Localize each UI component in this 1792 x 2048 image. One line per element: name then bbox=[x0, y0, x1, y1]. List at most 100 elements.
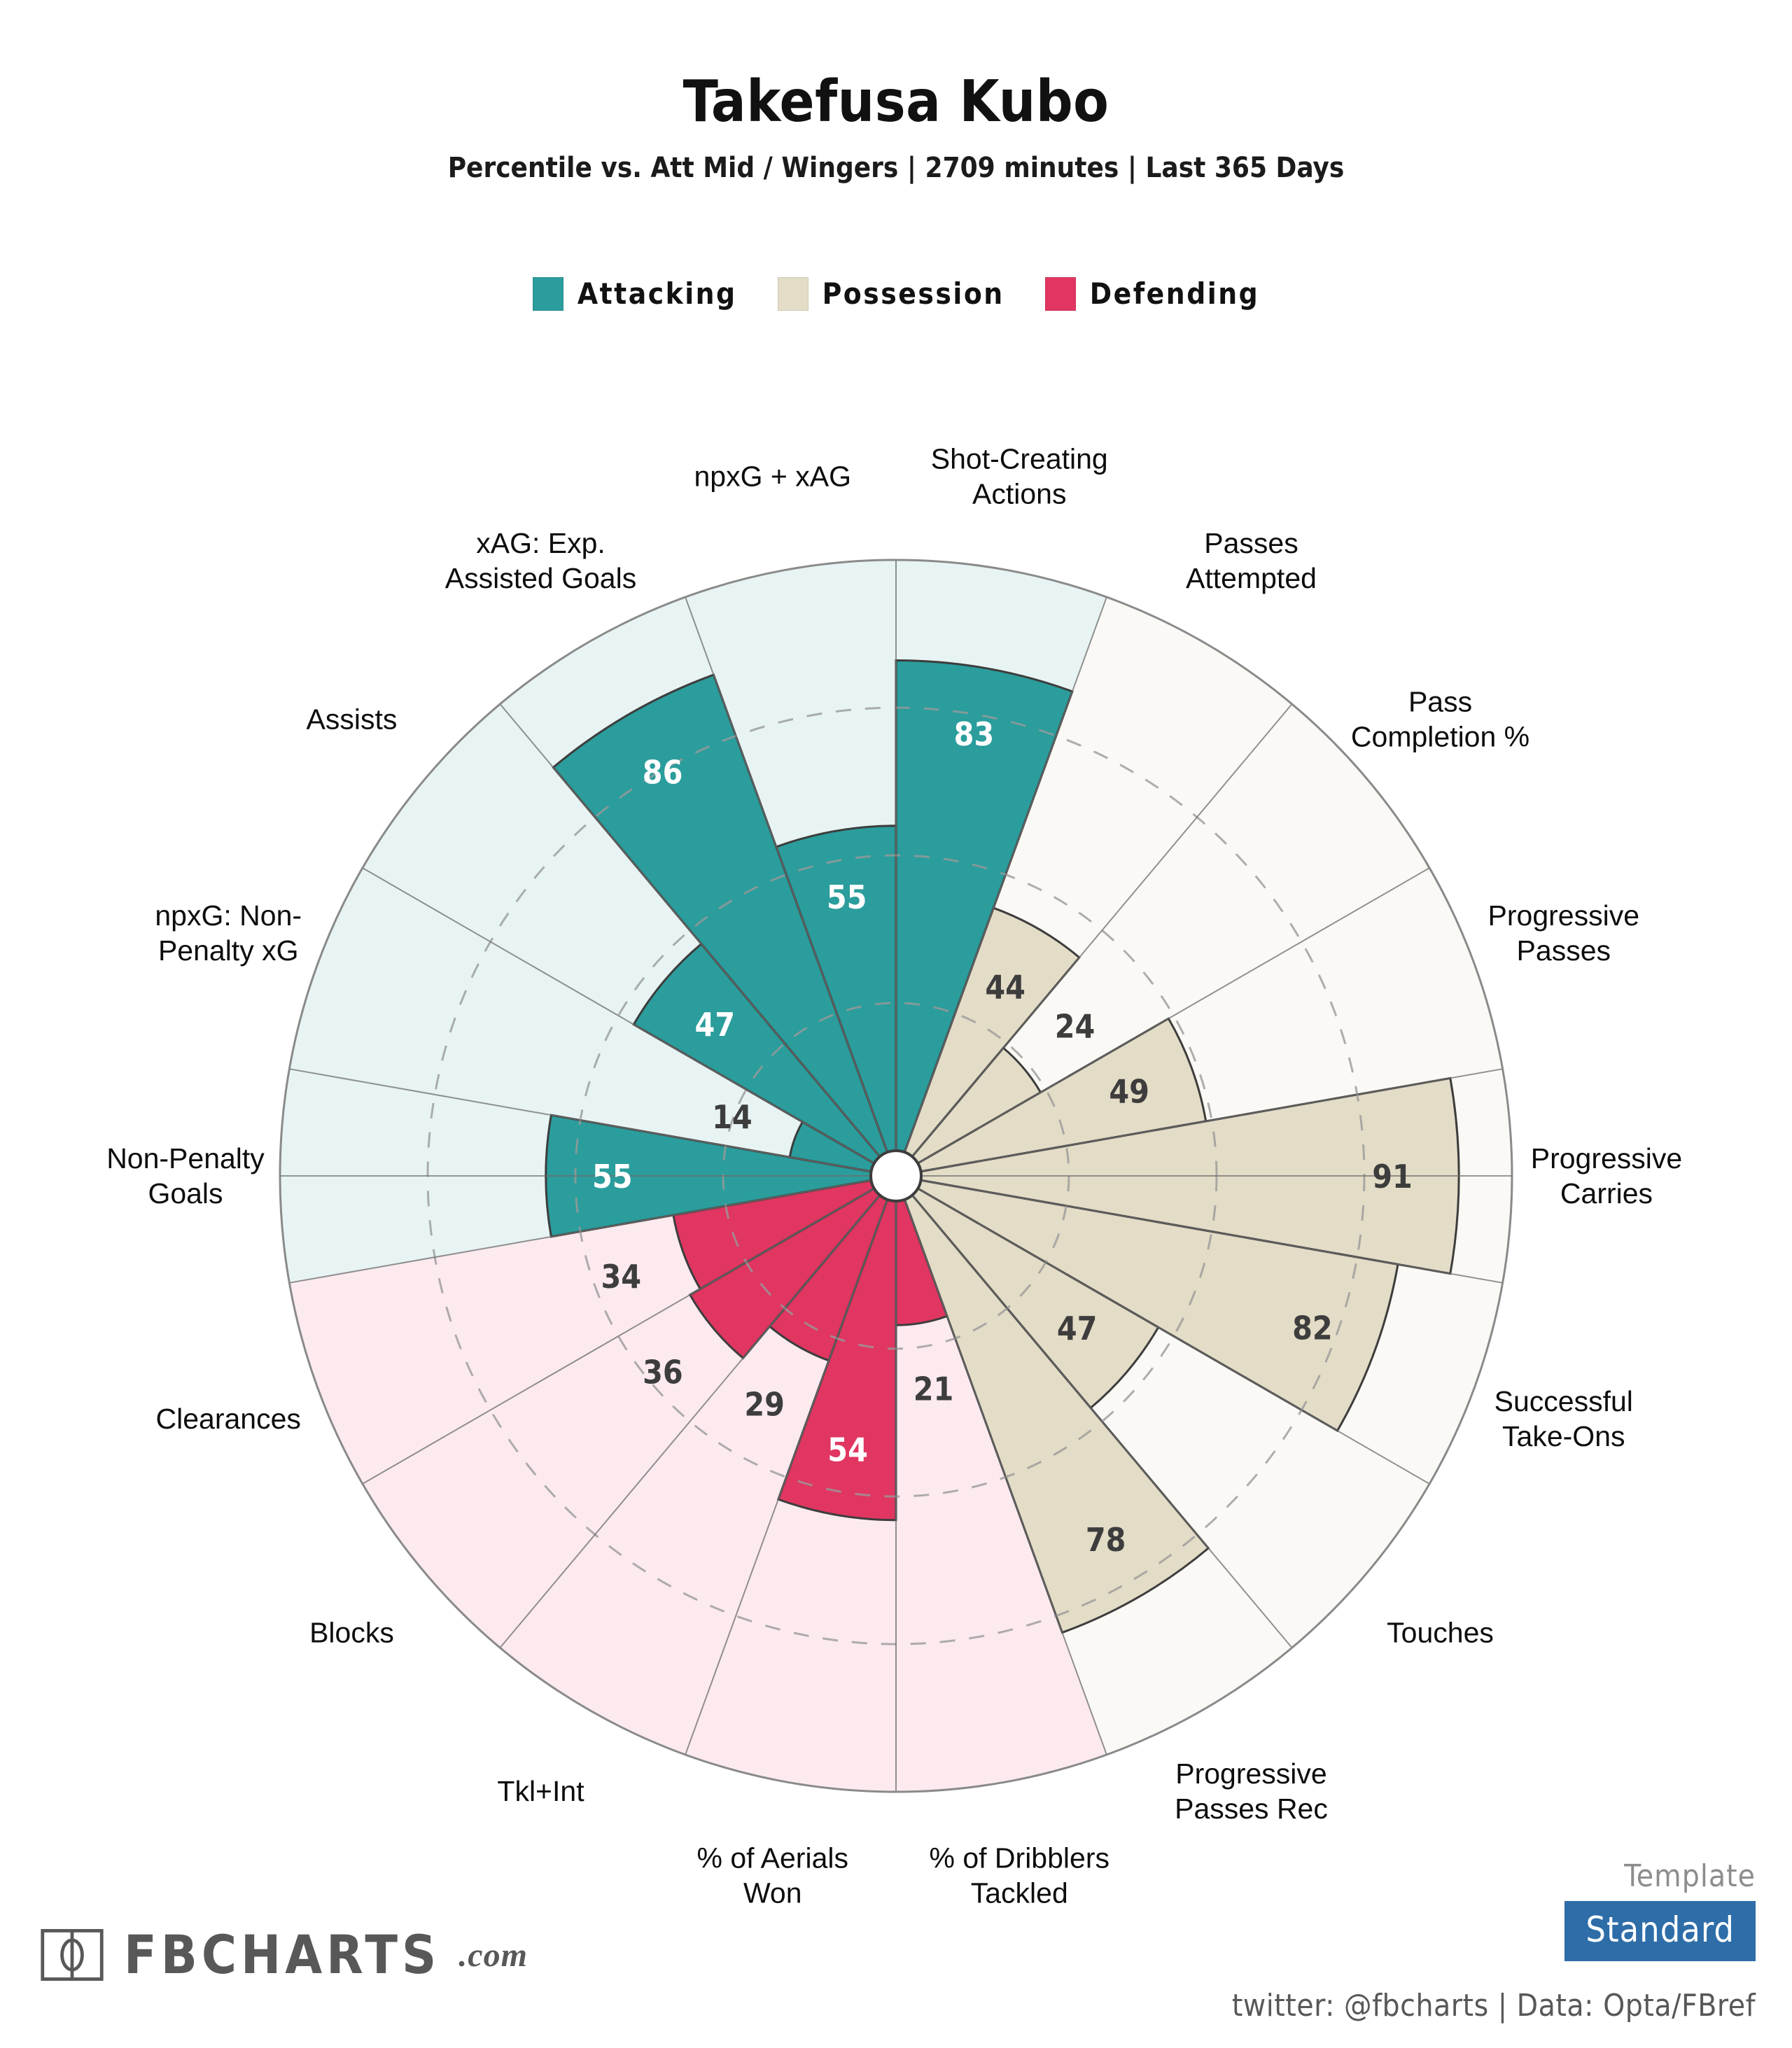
wedge-value[interactable] bbox=[688, 1186, 881, 1360]
wedge-value[interactable] bbox=[919, 1076, 1460, 1275]
axis-label: Actions bbox=[972, 477, 1066, 510]
wedge-value[interactable] bbox=[903, 906, 1081, 1158]
wedge-background-layer bbox=[280, 560, 1512, 1792]
axis-label: Progressive bbox=[1175, 1758, 1326, 1790]
wedge-value[interactable] bbox=[768, 1193, 889, 1362]
wedge-value[interactable] bbox=[911, 1186, 1160, 1410]
axis-label: Completion % bbox=[1351, 721, 1530, 753]
spoke-line bbox=[904, 1199, 1107, 1755]
wedge-value[interactable] bbox=[545, 1114, 873, 1238]
page-title: Takefusa Kubo bbox=[682, 69, 1110, 135]
wedge-value[interactable] bbox=[916, 1179, 1399, 1433]
wedge-value-label: 34 bbox=[601, 1258, 641, 1296]
outer-ring bbox=[279, 559, 1513, 1793]
wedge-value-label: 14 bbox=[712, 1098, 752, 1136]
axis-label: Goals bbox=[148, 1177, 223, 1209]
spoke-line bbox=[289, 1068, 872, 1172]
template-selector[interactable]: Template Standard bbox=[1564, 1858, 1756, 1961]
axis-label: Assists bbox=[307, 703, 398, 736]
spoke-line bbox=[920, 1068, 1503, 1172]
spoke-line bbox=[499, 703, 881, 1158]
axis-label: Passes bbox=[1517, 934, 1611, 967]
wedge-value-label: 55 bbox=[592, 1158, 633, 1195]
axis-label: Attempted bbox=[1186, 562, 1317, 594]
wedge-value-label: 47 bbox=[1057, 1310, 1098, 1347]
wedge-background bbox=[912, 1188, 1430, 1648]
axis-label: Progressive bbox=[1531, 1142, 1682, 1174]
spoke-line bbox=[685, 1199, 888, 1755]
wedge-background bbox=[280, 1069, 872, 1283]
axis-label: Won bbox=[743, 1877, 802, 1909]
wedge-background bbox=[896, 1199, 1107, 1792]
wedge-value-label: 54 bbox=[827, 1431, 868, 1469]
grid-ring bbox=[426, 706, 1366, 1646]
legend-item-attacking[interactable]: Attacking bbox=[532, 276, 737, 311]
axis-label: Shot-Creating bbox=[931, 442, 1108, 475]
wedge-value[interactable] bbox=[895, 1198, 948, 1326]
axis-label: Progressive bbox=[1488, 899, 1639, 932]
wedge-value[interactable] bbox=[672, 1179, 876, 1291]
wedge-value-label: 83 bbox=[954, 715, 995, 753]
wedge-value[interactable] bbox=[916, 1017, 1208, 1173]
template-caption: Template bbox=[1624, 1858, 1756, 1894]
credit-line: twitter: @fbcharts | Data: Opta/FBref bbox=[1231, 1988, 1756, 2024]
wedge-background bbox=[904, 1195, 1292, 1755]
axis-label: Tkl+Int bbox=[497, 1775, 584, 1807]
wedge-background bbox=[289, 868, 874, 1172]
axis-label: Successful bbox=[1494, 1385, 1633, 1417]
template-badge[interactable]: Standard bbox=[1564, 1901, 1756, 1961]
axis-label: % of Aerials bbox=[696, 1842, 848, 1874]
wedge-value-label: 36 bbox=[643, 1354, 683, 1391]
wedge-value[interactable] bbox=[776, 1198, 897, 1522]
axis-label: Penalty xG bbox=[158, 934, 299, 967]
wedge-background bbox=[500, 597, 888, 1157]
wedge-value-label: 55 bbox=[827, 878, 867, 916]
logo-wordmark: FBCHARTS bbox=[124, 1923, 441, 1986]
legend-swatch-defending bbox=[1044, 276, 1076, 311]
spoke-line bbox=[289, 1179, 872, 1284]
fbcharts-logo[interactable]: FBCHARTS .com bbox=[38, 1921, 528, 1989]
wedge-value[interactable] bbox=[552, 673, 889, 1158]
axis-label: npxG: Non- bbox=[155, 899, 302, 932]
wedge-background bbox=[920, 1069, 1512, 1283]
wedge-background bbox=[685, 1199, 896, 1792]
spoke-line bbox=[917, 1188, 1430, 1485]
axis-label: Carries bbox=[1560, 1177, 1653, 1209]
spoke-line bbox=[904, 596, 1107, 1153]
axis-label: npxG + xAG bbox=[694, 460, 851, 492]
wedge-value[interactable] bbox=[774, 825, 897, 1154]
spoke-line bbox=[499, 1194, 881, 1648]
wedge-value[interactable] bbox=[632, 942, 881, 1165]
spoke-line bbox=[911, 1194, 1293, 1648]
wedge-value[interactable] bbox=[903, 1193, 1210, 1634]
wedge-value[interactable] bbox=[911, 1046, 1042, 1165]
wedge-background bbox=[904, 597, 1292, 1157]
grid-ring bbox=[722, 1002, 1070, 1350]
spoke-line bbox=[920, 1179, 1503, 1284]
wedge-value-label: 29 bbox=[744, 1385, 785, 1423]
legend-item-defending[interactable]: Defending bbox=[1044, 276, 1259, 311]
wedge-value-label: 21 bbox=[913, 1370, 954, 1408]
axis-label: Non-Penalty bbox=[106, 1142, 265, 1174]
wedge-value-label: 24 bbox=[1055, 1008, 1096, 1046]
axis-label: Take-Ons bbox=[1502, 1420, 1625, 1452]
wedge-background bbox=[685, 560, 896, 1153]
wedge-value-label: 47 bbox=[695, 1006, 736, 1044]
wedge-value-label: 82 bbox=[1292, 1310, 1333, 1347]
axis-labels-layer: Shot-CreatingActionsPassesAttemptedPassC… bbox=[106, 442, 1682, 1909]
spoke-line bbox=[362, 867, 875, 1164]
wedge-value[interactable] bbox=[895, 659, 1074, 1154]
wedge-background bbox=[362, 1188, 880, 1648]
spoke-line bbox=[362, 1188, 875, 1485]
wedge-background bbox=[500, 1195, 888, 1755]
wedge-value-label: 49 bbox=[1109, 1073, 1149, 1111]
wedge-value[interactable] bbox=[788, 1120, 876, 1173]
legend-label-possession: Possession bbox=[822, 276, 1004, 311]
legend-item-possession[interactable]: Possession bbox=[777, 276, 1004, 311]
wedge-background bbox=[918, 868, 1503, 1172]
axis-label: Touches bbox=[1387, 1616, 1494, 1648]
axis-label: Assisted Goals bbox=[445, 562, 636, 594]
value-labels-layer: 83 44 24 49 91 82 47 78 21 54 29 36 34 55 14 47 86 55 bbox=[592, 715, 1413, 1559]
axis-label: Passes Rec bbox=[1175, 1793, 1328, 1825]
wedge-value-label: 91 bbox=[1372, 1158, 1413, 1195]
